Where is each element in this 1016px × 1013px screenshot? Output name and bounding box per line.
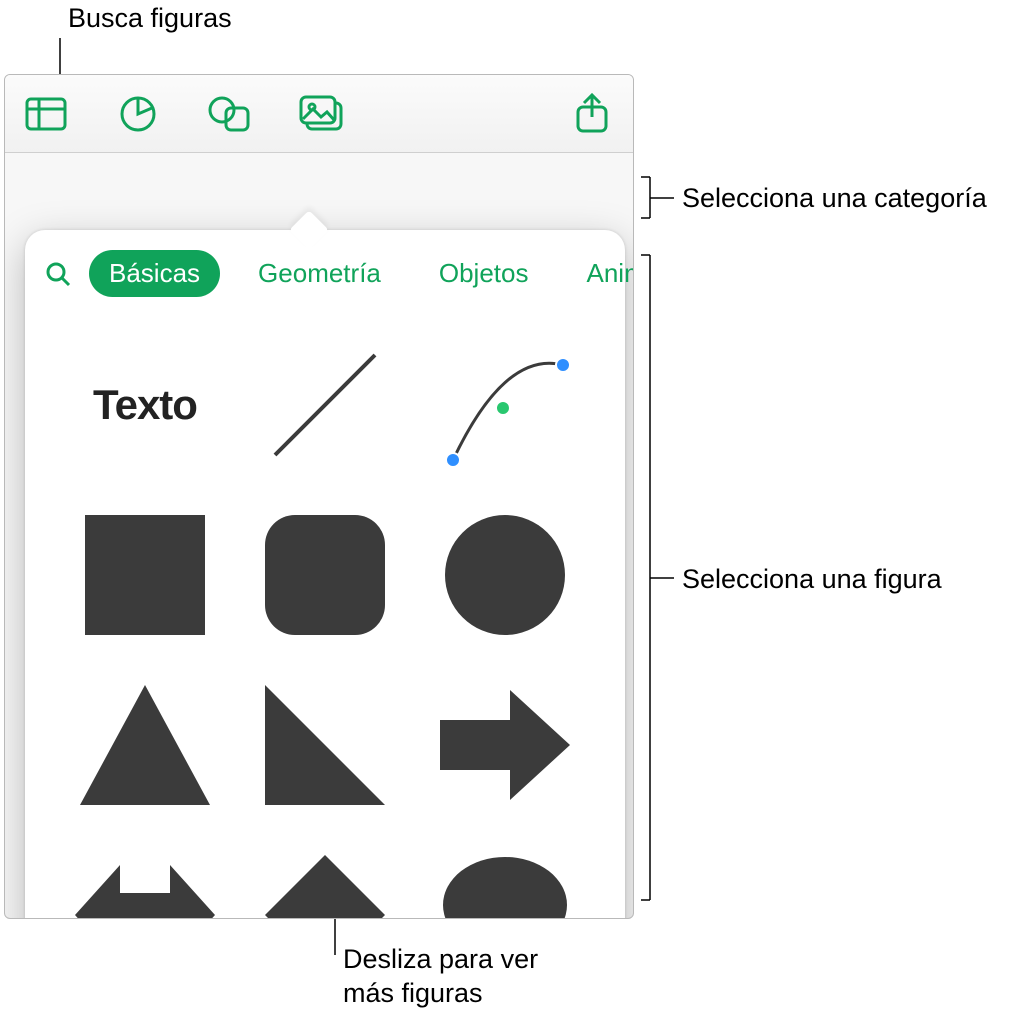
shape-curve[interactable] — [435, 340, 575, 470]
toolbar — [5, 75, 633, 153]
shapes-grid: Texto — [25, 310, 625, 919]
category-bar: Básicas Geometría Objetos Animales — [25, 230, 625, 307]
shapes-popover: Básicas Geometría Objetos Animales Texto — [25, 230, 625, 919]
shape-double-arrow[interactable] — [75, 850, 215, 919]
tab-animales[interactable]: Animales — [566, 250, 634, 297]
photos-icon[interactable] — [299, 91, 345, 137]
shape-right-triangle[interactable] — [255, 680, 395, 810]
shape-square[interactable] — [75, 510, 215, 640]
shape-line[interactable] — [255, 340, 395, 470]
search-icon[interactable] — [45, 259, 71, 289]
share-icon[interactable] — [569, 91, 615, 137]
tab-objetos[interactable]: Objetos — [419, 250, 549, 297]
shape-diamond[interactable] — [255, 850, 395, 919]
text-shape-label: Texto — [93, 381, 197, 429]
shape-circle[interactable] — [435, 510, 575, 640]
tab-geometria[interactable]: Geometría — [238, 250, 401, 297]
shapes-scroll-area[interactable]: Texto — [25, 310, 625, 919]
app-window: Básicas Geometría Objetos Animales Texto — [4, 74, 634, 919]
table-icon[interactable] — [23, 91, 69, 137]
shape-rounded-square[interactable] — [255, 510, 395, 640]
shapes-icon[interactable] — [207, 91, 253, 137]
shape-speech-bubble[interactable] — [435, 850, 575, 919]
shape-text[interactable]: Texto — [75, 340, 215, 470]
chart-icon[interactable] — [115, 91, 161, 137]
shape-arrow-right[interactable] — [435, 680, 575, 810]
shape-triangle[interactable] — [75, 680, 215, 810]
tab-basicas[interactable]: Básicas — [89, 250, 220, 297]
